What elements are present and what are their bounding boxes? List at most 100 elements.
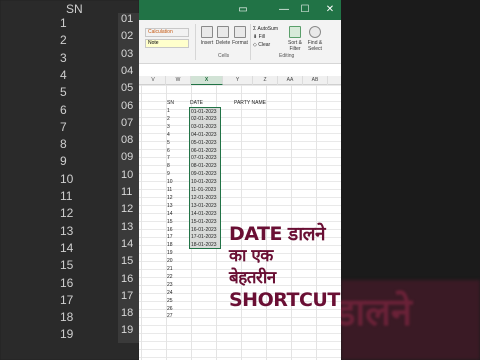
minimize-icon[interactable]: — (276, 2, 292, 18)
insert-icon (201, 26, 213, 38)
insert-button[interactable]: Insert (199, 26, 215, 46)
column-header-w[interactable]: W (166, 76, 191, 85)
background-date: 13 (118, 220, 139, 240)
background-sn: 11 (60, 189, 73, 203)
sn-cell[interactable]: 9 (167, 170, 189, 178)
insert-label: Insert (200, 40, 214, 46)
background-sn: 14 (60, 240, 74, 255)
date-cell[interactable]: 08-01-2023 (189, 162, 221, 171)
background-date: 16 (118, 272, 139, 292)
date-cell[interactable]: 02-01-2023 (189, 114, 221, 123)
delete-button[interactable]: Delete (215, 26, 231, 46)
clear-button[interactable]: ◇ Clear (253, 42, 270, 48)
cells-group-label: Cells (218, 53, 230, 59)
background-sn: 17 (60, 292, 74, 307)
sn-cell[interactable]: 12 (167, 194, 189, 202)
date-cell[interactable]: 03-01-2023 (189, 122, 221, 131)
clear-label: Clear (258, 42, 271, 48)
column-header-y[interactable]: Y (223, 76, 253, 85)
ribbon-divider (250, 24, 251, 60)
autosum-button[interactable]: Σ AutoSum (253, 26, 278, 32)
column-header-aa[interactable]: AA (278, 76, 303, 85)
party-name-header[interactable]: PARTY NAME (234, 99, 266, 107)
find-select-button[interactable]: Find & Select (305, 26, 325, 52)
sn-cell[interactable]: 17 (167, 233, 189, 241)
background-sn: 16 (60, 275, 74, 290)
background-date: 17 (118, 289, 139, 309)
sn-cell[interactable]: 10 (167, 178, 189, 186)
maximize-icon[interactable]: ☐ (297, 2, 313, 18)
date-cell[interactable]: 13-01-2023 (189, 201, 221, 210)
overlay-line-2: का एक (229, 246, 273, 266)
sn-cell[interactable]: 8 (167, 162, 189, 170)
column-header-ab[interactable]: AB (303, 76, 328, 85)
sn-cell[interactable]: 14 (167, 210, 189, 218)
date-cell[interactable]: 07-01-2023 (189, 154, 221, 163)
sn-cell[interactable]: 22 (167, 273, 189, 281)
date-cell[interactable]: 04-01-2023 (189, 130, 221, 139)
background-date: 06 (118, 99, 139, 119)
sn-cell[interactable]: 13 (167, 202, 189, 210)
sn-cell[interactable]: 26 (167, 305, 189, 313)
style-note[interactable]: Note (145, 39, 189, 48)
date-cell[interactable]: 01-01-2023 (189, 107, 221, 115)
format-icon (234, 26, 246, 38)
date-cell[interactable]: 12-01-2023 (189, 193, 221, 202)
delete-icon (217, 26, 229, 38)
overlay-caption: DATE डालने का एक बेहतरीन SHORTCUT (229, 224, 341, 312)
sn-cell[interactable]: 15 (167, 218, 189, 226)
date-cell[interactable]: 10-01-2023 (189, 178, 221, 187)
date-cell[interactable]: 05-01-2023 (189, 138, 221, 147)
sn-cell[interactable]: 24 (167, 289, 189, 297)
column-header-z[interactable]: Z (253, 76, 278, 85)
format-button[interactable]: Format (231, 26, 249, 46)
close-icon[interactable]: ✕ (322, 2, 338, 18)
sort-filter-button[interactable]: Sort & Filter (286, 26, 304, 52)
date-cell[interactable]: 14-01-2023 (189, 209, 221, 218)
date-cell[interactable]: 15-01-2023 (189, 217, 221, 226)
sn-cell[interactable]: 25 (167, 297, 189, 305)
sn-cell[interactable]: 3 (167, 123, 189, 131)
sn-cell[interactable]: 16 (167, 226, 189, 234)
ribbon-display-icon[interactable]: ▭ (235, 2, 251, 18)
date-cell[interactable]: 09-01-2023 (189, 170, 221, 179)
editing-group-label: Editing (279, 53, 295, 59)
sn-cell[interactable]: 18 (167, 241, 189, 249)
sn-cell[interactable]: 4 (167, 131, 189, 139)
column-header-v[interactable]: V (141, 76, 166, 85)
date-cell[interactable]: 11-01-2023 (189, 186, 221, 194)
background-sn: 7 (60, 119, 67, 134)
background-sn: 19 (60, 327, 74, 342)
date-cell[interactable]: 17-01-2023 (189, 233, 221, 242)
style-calculation[interactable]: Calculation (145, 28, 189, 37)
format-label: Format (232, 40, 248, 46)
background-date: 05 (118, 82, 139, 102)
date-header[interactable]: DATE (190, 99, 203, 107)
sn-cell[interactable]: 19 (167, 249, 189, 257)
date-cell[interactable]: 16-01-2023 (189, 225, 221, 234)
sn-cell[interactable]: 5 (167, 139, 189, 147)
sn-cell[interactable]: 11 (167, 186, 189, 194)
sn-cell[interactable]: 23 (167, 281, 189, 289)
sn-cell[interactable]: 6 (167, 147, 189, 155)
fill-label: Fill (258, 34, 265, 40)
background-sn-header: SN (66, 2, 83, 16)
sn-header[interactable]: SN (167, 99, 189, 107)
column-headers: V W X Y Z AA AB (139, 76, 341, 85)
sn-cell[interactable]: 21 (167, 265, 189, 273)
background-date: 04 (118, 64, 139, 84)
fill-button[interactable]: ⬇ Fill (253, 34, 265, 40)
sn-cell[interactable]: 20 (167, 257, 189, 265)
sn-cell[interactable]: 2 (167, 115, 189, 123)
column-header-x[interactable]: X (191, 76, 223, 85)
date-cell[interactable]: 18-01-2023 (189, 241, 221, 250)
background-sn: 8 (60, 137, 67, 152)
date-cell[interactable]: 06-01-2023 (189, 146, 221, 155)
sn-cell[interactable]: 1 (167, 107, 189, 115)
background-sn: 15 (60, 258, 74, 273)
background-right: डालने (341, 0, 480, 360)
sn-cell[interactable]: 27 (167, 312, 189, 320)
background-left: SN 1 01 2 02 3 03 4 04 5 05 6 06 7 07 8 08 9 09 10 10 11 11 12… (0, 0, 139, 360)
background-sn: 12 (60, 206, 74, 221)
sn-cell[interactable]: 7 (167, 154, 189, 162)
